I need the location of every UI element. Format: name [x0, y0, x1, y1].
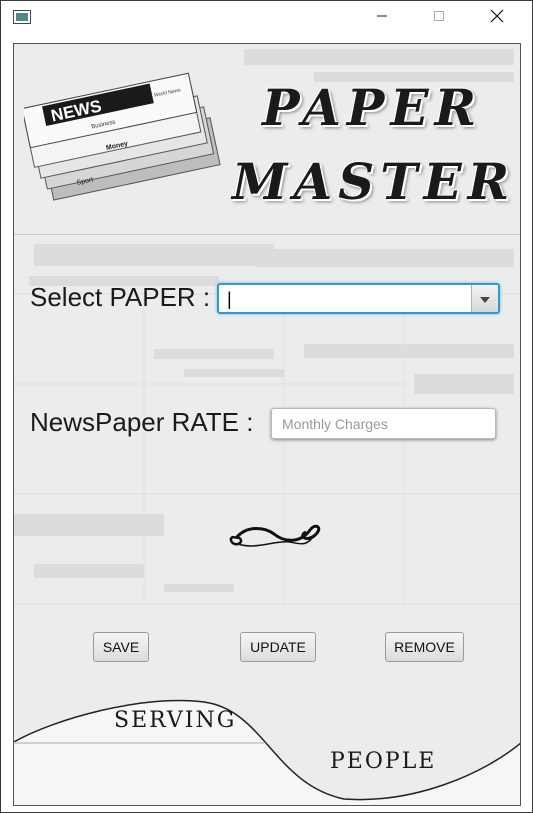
save-button[interactable]: SAVE [93, 632, 149, 662]
minimize-button[interactable] [359, 1, 405, 35]
slogan-serving: SERVING [114, 708, 237, 733]
minimize-icon [376, 9, 388, 27]
paper-combobox-value[interactable]: | [227, 289, 232, 310]
app-title-line-2: MASTER [232, 152, 516, 211]
main-panel: NEWS World News Business Money Sport PAP… [13, 43, 521, 806]
close-icon [490, 9, 504, 28]
monthly-charges-input[interactable] [271, 408, 496, 439]
footer-wave-decoration [14, 699, 520, 805]
header-divider [14, 234, 520, 235]
newspaper-stack-image: NEWS World News Business Money Sport [24, 72, 221, 201]
title-bar[interactable] [1, 1, 532, 35]
scroll-ornament-icon [229, 524, 321, 547]
app-icon [13, 10, 31, 24]
combobox-dropdown-button[interactable] [471, 285, 498, 312]
maximize-icon [433, 9, 445, 27]
chevron-down-icon [480, 290, 490, 308]
slogan-people: PEOPLE [330, 749, 437, 774]
update-button[interactable]: UPDATE [240, 632, 316, 662]
close-button[interactable] [474, 1, 520, 35]
select-paper-label: Select PAPER : [30, 282, 211, 312]
maximize-button[interactable] [416, 1, 462, 35]
app-window: NEWS World News Business Money Sport PAP… [0, 0, 533, 813]
newspaper-rate-label: NewsPaper RATE : [30, 407, 254, 437]
paper-combobox[interactable]: | [217, 283, 500, 314]
app-title-line-1: PAPER [262, 78, 483, 137]
remove-button[interactable]: REMOVE [385, 632, 464, 662]
